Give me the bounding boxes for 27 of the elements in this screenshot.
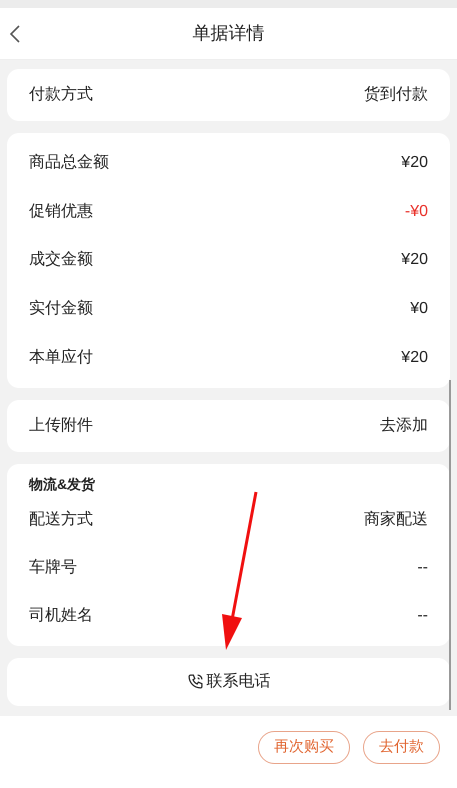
row-value: 去添加	[380, 416, 428, 436]
phone-icon	[186, 673, 204, 690]
row-label: 上传附件	[29, 416, 93, 436]
row-label: 实付金额	[29, 298, 93, 320]
row-label: 商品总金额	[29, 152, 109, 174]
page-title: 单据详情	[192, 22, 264, 45]
row-value: -¥0	[404, 202, 428, 222]
row-label: 配送方式	[29, 510, 93, 530]
back-icon[interactable]	[8, 22, 22, 44]
row-label: 司机姓名	[29, 606, 93, 626]
row-label: 促销优惠	[29, 202, 93, 222]
row-label: 车牌号	[29, 558, 77, 578]
row-value: 货到付款	[364, 85, 428, 105]
action-button[interactable]: 去付款	[363, 730, 440, 764]
row-value: ¥0	[410, 299, 428, 320]
row-value: 商家配送	[364, 510, 428, 530]
row-label: 本单应付	[29, 348, 93, 368]
row-value: ¥20	[401, 153, 428, 174]
row-value: --	[417, 558, 428, 578]
row-value: ¥20	[401, 250, 428, 270]
action-button[interactable]: 再次购买	[258, 730, 350, 764]
contact-button[interactable]: 联系电话	[7, 658, 450, 706]
row-label: 成交金额	[29, 250, 93, 270]
row-label: 付款方式	[29, 84, 93, 105]
row-value: --	[417, 606, 428, 626]
section-title: 物流&发货	[29, 475, 96, 494]
row-value: ¥20	[401, 348, 428, 368]
